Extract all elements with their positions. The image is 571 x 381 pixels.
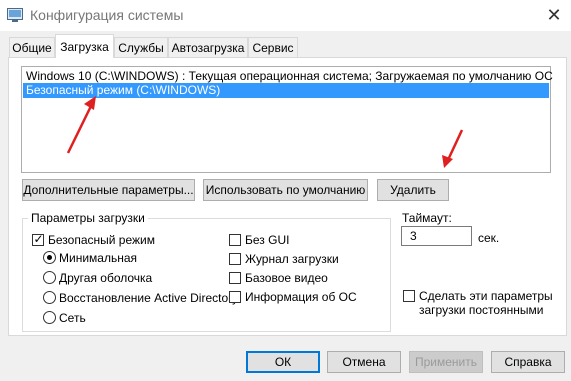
base-video-checkbox[interactable] xyxy=(229,272,241,284)
safe-boot-label: Безопасный режим xyxy=(48,233,155,247)
make-permanent-label-line2: загрузки постоянными xyxy=(419,303,544,317)
radio-network-label: Сеть xyxy=(59,311,86,325)
timeout-unit-label: сек. xyxy=(478,231,500,245)
tab-boot[interactable]: Загрузка xyxy=(55,34,114,58)
radio-alternate-shell-label: Другая оболочка xyxy=(59,271,153,285)
advanced-options-button[interactable]: Дополнительные параметры... xyxy=(22,179,195,201)
tab-services[interactable]: Службы xyxy=(114,37,168,57)
radio-minimal[interactable] xyxy=(43,251,56,264)
tab-tools[interactable]: Сервис xyxy=(248,37,298,57)
os-list[interactable]: Windows 10 (C:\WINDOWS) : Текущая операц… xyxy=(21,66,553,173)
radio-network[interactable] xyxy=(43,311,56,324)
radio-ad-repair[interactable] xyxy=(43,291,56,304)
tab-general[interactable]: Общие xyxy=(9,37,55,57)
timeout-label: Таймаут: xyxy=(402,211,452,225)
tab-startup[interactable]: Автозагрузка xyxy=(168,37,248,57)
close-icon[interactable]: ✕ xyxy=(544,6,564,24)
radio-ad-repair-label: Восстановление Active Directory xyxy=(59,291,239,305)
delete-button[interactable]: Удалить xyxy=(377,179,449,201)
safe-boot-checkbox[interactable]: ✓ xyxy=(32,232,44,246)
apply-button[interactable]: Применить xyxy=(409,351,483,373)
os-list-item-selected[interactable]: Безопасный режим (C:\WINDOWS) xyxy=(23,83,549,98)
boot-log-checkbox[interactable] xyxy=(229,253,241,265)
checkmark-icon: ✓ xyxy=(33,232,44,246)
ok-button[interactable]: ОК xyxy=(246,351,320,373)
radio-alternate-shell[interactable] xyxy=(43,271,56,284)
os-info-checkbox[interactable] xyxy=(229,291,241,303)
os-info-label: Информация об ОС xyxy=(245,290,357,304)
no-gui-label: Без GUI xyxy=(245,233,290,247)
cancel-button[interactable]: Отмена xyxy=(327,351,401,373)
os-list-item[interactable]: Windows 10 (C:\WINDOWS) : Текущая операц… xyxy=(23,69,553,84)
help-button[interactable]: Справка xyxy=(491,351,565,373)
boot-log-label: Журнал загрузки xyxy=(245,252,339,266)
system-config-icon xyxy=(7,8,23,22)
no-gui-checkbox[interactable] xyxy=(229,234,241,246)
set-default-button[interactable]: Использовать по умолчанию xyxy=(203,179,368,201)
make-permanent-checkbox[interactable] xyxy=(403,290,415,302)
base-video-label: Базовое видео xyxy=(245,271,328,285)
window-title: Конфигурация системы xyxy=(30,7,184,23)
radio-minimal-label: Минимальная xyxy=(59,251,138,265)
radio-dot xyxy=(47,255,52,260)
timeout-input[interactable]: 3 xyxy=(401,226,472,246)
boot-options-title: Параметры загрузки xyxy=(28,211,148,225)
